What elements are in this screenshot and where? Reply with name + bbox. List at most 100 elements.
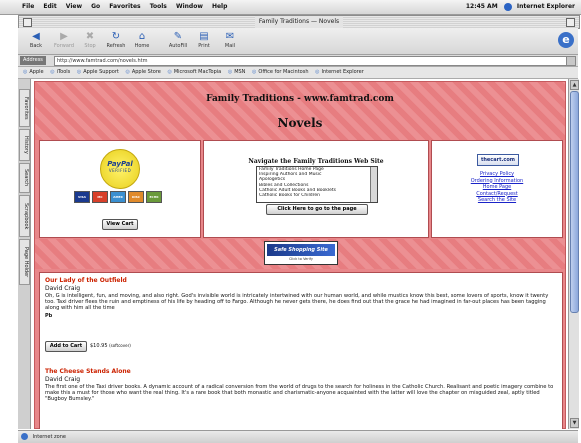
address-bar: Address http://www.famtrad.com/novels.ht… [18, 55, 578, 67]
view-cart-button[interactable]: View Cart [102, 219, 138, 230]
search-site-link[interactable]: Search the Site [432, 197, 562, 204]
banner-subtext: Click to Verify [288, 257, 313, 261]
refresh-button[interactable]: ↻ Refresh [104, 30, 128, 52]
forward-label: Forward [53, 43, 75, 49]
nav-listbox[interactable]: Family Traditions Home Page Inspiring Au… [256, 166, 378, 203]
book-title: The Cheese Stands Alone [45, 368, 131, 375]
menu-help[interactable]: Help [212, 3, 227, 10]
print-label: Print [198, 43, 210, 49]
thecart-logo[interactable]: thecart.com [477, 154, 519, 166]
mastercard-icon: MC [92, 191, 108, 203]
home-label: Home [134, 43, 150, 49]
favorite-mactopia[interactable]: Microsoft MacTopia [167, 69, 221, 75]
tab-history[interactable]: History [19, 129, 30, 161]
internet-explorer-icon [503, 2, 512, 11]
menubar-right: 12:45 AM Internet Explorer [466, 0, 575, 14]
back-arrow-icon: ◀ [32, 31, 40, 42]
page-content: Family Traditions - www.famtrad.com Nove… [31, 79, 568, 429]
favorites-bar: Apple iTools Apple Support Apple Store M… [18, 67, 578, 79]
book-price: $10.95 (softcover) [90, 343, 131, 349]
card-logos: VISA MC AMEX DISC ECHK [74, 191, 166, 203]
favorite-ie[interactable]: Internet Explorer [315, 69, 364, 75]
mail-icon: ✉ [225, 31, 235, 42]
book-list-panel: Our Lady of the Outfield David Craig Oh,… [39, 272, 563, 429]
site-links: Privacy Policy Ordering Information Home… [432, 171, 562, 204]
scroll-down-arrow-icon[interactable]: ▼ [570, 418, 579, 428]
visa-card-icon: VISA [74, 191, 90, 203]
favorite-apple[interactable]: Apple [23, 69, 44, 75]
back-button[interactable]: ◀ Back [24, 30, 48, 52]
refresh-icon: ↻ [111, 31, 121, 42]
go-button[interactable] [566, 56, 576, 66]
menu-tools[interactable]: Tools [150, 3, 167, 10]
forward-button[interactable]: ▶ Forward [52, 30, 76, 52]
nav-listbox-scrollbar[interactable] [370, 167, 377, 202]
menubar-clock: 12:45 AM [465, 3, 498, 10]
menu-window[interactable]: Window [176, 3, 203, 10]
menu-list: File Edit View Go Favorites Tools Window… [22, 0, 234, 14]
book-format: Pb [45, 312, 53, 319]
window-title: Family Traditions — Novels [254, 16, 344, 28]
menu-file[interactable]: File [22, 3, 34, 10]
address-field[interactable]: http://www.famtrad.com/novels.htm [54, 56, 568, 66]
book-title: Our Lady of the Outfield [45, 277, 127, 284]
price-value: $10.95 [90, 343, 108, 349]
nav-option[interactable]: Catholic Books for Children [257, 193, 369, 198]
zoom-window-button[interactable] [566, 18, 575, 27]
forward-arrow-icon: ▶ [60, 31, 68, 42]
scroll-up-arrow-icon[interactable]: ▲ [570, 80, 579, 90]
mail-button[interactable]: ✉ Mail [218, 30, 242, 52]
book-author: David Craig [45, 285, 81, 292]
book-author: David Craig [45, 376, 81, 383]
go-to-page-button[interactable]: Click Here to go to the page [266, 204, 368, 215]
paypal-logo: PayPal [107, 160, 133, 168]
close-window-button[interactable] [23, 18, 32, 27]
print-button[interactable]: ▤ Print [192, 30, 216, 52]
tab-favorites[interactable]: Favorites [19, 89, 30, 127]
page-scrollbar[interactable]: ▲ ▼ [568, 79, 579, 429]
stop-button[interactable]: ✖ Stop [78, 30, 102, 52]
menu-bar: File Edit View Go Favorites Tools Window… [0, 0, 581, 15]
menu-edit[interactable]: Edit [43, 3, 56, 10]
navigation-cell: Navigate the Family Traditions Web Site … [203, 140, 429, 238]
tab-page-holder[interactable]: Page Holder [19, 239, 30, 285]
banner-title: Safe Shopping Site [267, 244, 335, 256]
explorer-logo-icon: e [558, 32, 574, 48]
favorite-office[interactable]: Office for Macintosh [252, 69, 309, 75]
menu-go[interactable]: Go [91, 3, 100, 10]
book-item: The Cheese Stands Alone David Craig The … [45, 368, 555, 403]
autofill-icon: ✎ [173, 31, 183, 42]
echeck-icon: ECHK [146, 191, 162, 203]
favorite-msn[interactable]: MSN [228, 69, 246, 75]
favorite-apple-support[interactable]: Apple Support [77, 69, 119, 75]
window-title-bar[interactable]: Family Traditions — Novels [18, 15, 580, 29]
nav-title: Navigate the Family Traditions Web Site [248, 158, 384, 165]
autofill-button[interactable]: ✎ AutoFill [166, 30, 190, 52]
home-button[interactable]: ⌂ Home [130, 30, 154, 52]
status-text: Internet zone [32, 434, 66, 440]
menu-view[interactable]: View [66, 3, 82, 10]
amex-card-icon: AMEX [110, 191, 126, 203]
add-to-cart-button[interactable]: Add to Cart [45, 341, 87, 352]
mail-label: Mail [224, 43, 236, 49]
page-frame: Family Traditions - www.famtrad.com Nove… [34, 81, 566, 429]
favorite-itools[interactable]: iTools [50, 69, 70, 75]
book-description: The first one of the Taxi driver books. … [45, 384, 554, 403]
paypal-verified-badge[interactable]: PayPal VERIFIED [100, 149, 140, 189]
header-band [35, 82, 565, 140]
site-title: Family Traditions - www.famtrad.com [206, 94, 394, 104]
payment-cell: PayPal VERIFIED VISA MC AMEX DISC ECHK V… [39, 140, 201, 238]
back-label: Back [29, 43, 43, 49]
menu-favorites[interactable]: Favorites [109, 3, 140, 10]
menubar-app-name[interactable]: Internet Explorer [517, 3, 575, 10]
favorite-apple-store[interactable]: Apple Store [125, 69, 160, 75]
tab-search[interactable]: Search [19, 163, 30, 193]
safe-shopping-banner[interactable]: Safe Shopping Site Click to Verify [264, 241, 338, 265]
price-note: (softcover) [109, 343, 131, 348]
address-label: Address [20, 56, 46, 65]
tab-scrapbook[interactable]: Scrapbook [19, 195, 30, 237]
page-heading: Novels [277, 116, 323, 130]
discover-card-icon: DISC [128, 191, 144, 203]
scrollbar-thumb[interactable] [570, 91, 579, 313]
zone-globe-icon [21, 433, 28, 440]
